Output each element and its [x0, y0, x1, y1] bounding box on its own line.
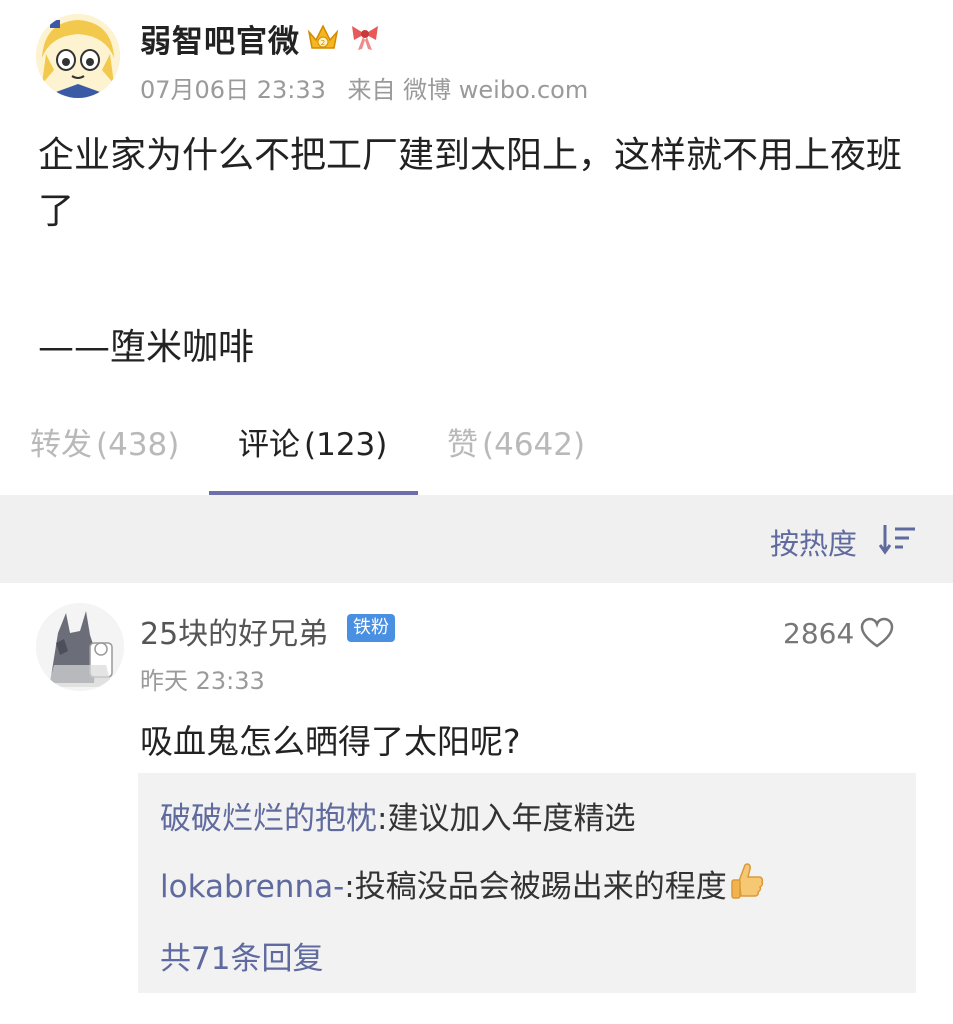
comment-item: 25块的好兄弟 铁粉 昨天 23:33 2864 吸血鬼怎么晒得了太阳呢? 破破… — [0, 583, 953, 1024]
author-name[interactable]: 弱智吧官微 — [140, 16, 300, 61]
sort-by-heat-button[interactable]: 按热度 — [770, 521, 857, 563]
comment-body: 吸血鬼怎么晒得了太阳呢? — [140, 722, 521, 761]
crown-vip-icon[interactable]: 2 — [306, 20, 340, 54]
bow-decoration-icon — [348, 20, 382, 54]
reply-item[interactable]: lokabrenna-:投稿没品会被踢出来的程度 — [160, 861, 765, 906]
post-tabs: 转发 (438) 评论 (123) 赞 (4642) — [0, 385, 953, 495]
fan-badge: 铁粉 — [347, 614, 395, 642]
post-signature: ——堕米咖啡 — [38, 327, 255, 368]
sort-bar: 按热度 — [0, 495, 953, 583]
thumbs-up-icon — [729, 861, 765, 905]
tab-likes-count: (4642) — [482, 427, 586, 463]
comment-like-count: 2864 — [783, 617, 855, 650]
tab-comments[interactable]: 评论 (123) — [238, 419, 387, 464]
sort-descending-icon[interactable] — [878, 523, 917, 555]
reply-preview-box[interactable]: 破破烂烂的抱枕:建议加入年度精选 lokabrenna-:投稿没品会被踢出来的程… — [138, 773, 916, 993]
post-source: 来自 微博 weibo.com — [347, 76, 589, 104]
reply-text: :投稿没品会被踢出来的程度 — [344, 869, 727, 905]
view-all-replies-link[interactable]: 共71条回复 — [160, 933, 323, 978]
post-timestamp: 07月06日 23:33 — [140, 76, 326, 104]
tab-reposts[interactable]: 转发 (438) — [30, 419, 179, 464]
tab-likes[interactable]: 赞 (4642) — [447, 419, 585, 464]
tab-reposts-count: (438) — [96, 427, 180, 463]
reply-item[interactable]: 破破烂烂的抱枕:建议加入年度精选 — [160, 793, 635, 838]
author-avatar[interactable] — [36, 14, 120, 98]
reply-text: :建议加入年度精选 — [377, 801, 636, 837]
post-meta: 07月06日 23:33 来自 微博 weibo.com — [140, 70, 588, 105]
reply-user-link[interactable]: lokabrenna- — [160, 869, 344, 905]
commenter-name[interactable]: 25块的好兄弟 — [140, 609, 328, 653]
post-card: 弱智吧官微 2 07月06日 23:33 来自 微博 weibo.com 企业家… — [0, 0, 953, 385]
commenter-avatar[interactable] — [36, 603, 124, 691]
comment-time: 昨天 23:33 — [140, 667, 265, 695]
post-body: 企业家为什么不把工厂建到太阳上，这样就不用上夜班了 — [38, 135, 903, 232]
tab-comments-count: (123) — [304, 427, 388, 463]
reply-user-link[interactable]: 破破烂烂的抱枕 — [160, 801, 377, 837]
tab-likes-label: 赞 — [447, 427, 478, 463]
svg-text:2: 2 — [321, 39, 325, 47]
tab-reposts-label: 转发 — [30, 427, 92, 463]
tab-comments-label: 评论 — [238, 427, 300, 463]
heart-icon[interactable] — [860, 617, 894, 649]
